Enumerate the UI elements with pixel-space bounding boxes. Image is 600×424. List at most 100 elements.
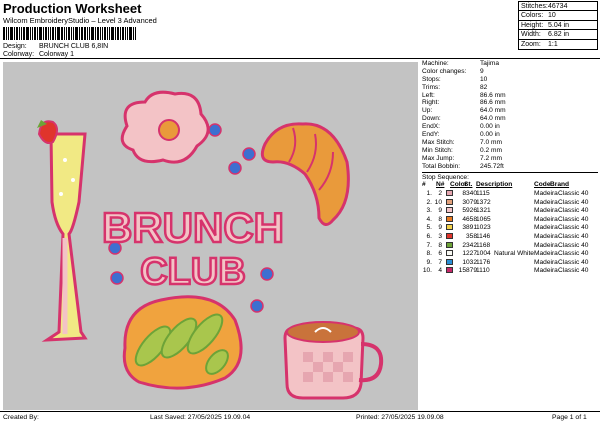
barcode-bar: [48, 27, 49, 40]
color-swatch: [446, 190, 453, 197]
barcode-bar: [91, 27, 94, 40]
last-saved: Last Saved: 27/05/2025 19.09.04: [150, 414, 251, 421]
needle-number: 10: [434, 198, 442, 206]
barcode-bar: [84, 27, 86, 40]
stitch-count: 1146: [476, 233, 491, 241]
stitch-count: 1110: [476, 267, 490, 275]
barcode-bar: [81, 27, 83, 40]
stop-index: 4.: [426, 215, 433, 223]
color-swatch: [446, 224, 453, 231]
color-swatch: [446, 258, 453, 265]
stop-index: 9.: [426, 258, 433, 266]
barcode-bar: [109, 27, 110, 40]
colorway-label: Colorway:: [3, 51, 35, 58]
needle-number: 4: [438, 267, 442, 275]
stop-index: 1.: [426, 190, 433, 198]
summary-row: Height: 5.04 in: [519, 21, 597, 31]
stitch-count: 1115: [476, 190, 490, 198]
thread-brand: Classic 40: [558, 224, 589, 232]
barcode-bar: [115, 27, 116, 40]
created-by: Created By:: [3, 414, 39, 421]
barcode-bar: [34, 27, 36, 40]
design-preview: BRUNCH CLUB: [3, 62, 418, 410]
thread-manufacturer: Madeira: [534, 233, 558, 241]
strawberry: [37, 120, 58, 144]
barcode-bar: [107, 27, 108, 40]
stitch-count: 1372: [476, 198, 491, 206]
barcode-bar: [89, 27, 90, 40]
avocado-toast: [122, 295, 243, 390]
barcode-bar: [73, 27, 74, 40]
stop-row: 7. 8 2342 1168 Madeira Classic 40: [422, 241, 598, 251]
detail-row: Min Stitch: 0.2 mm: [422, 146, 502, 154]
barcode-bar: [125, 27, 126, 40]
barcode-bar: [43, 27, 44, 40]
stop-index: 2.: [426, 198, 433, 206]
stop-index: 8.: [426, 250, 433, 258]
barcode-bar: [68, 27, 70, 40]
detail-row: Max Stitch: 7.0 mm: [422, 138, 502, 146]
barcode-bar: [127, 27, 128, 40]
stop-row: 10. 4 15879 1110 Madeira Classic 40: [422, 267, 598, 276]
worksheet-header: Production Worksheet Wilcom EmbroiderySt…: [0, 0, 600, 58]
thread-color-code: 8340: [462, 190, 477, 198]
stop-sequence-list: 1. 2 8340 1115 Madeira Classic 40 2. 10 3079 1372…: [422, 190, 598, 276]
detail-row: Max Jump: 7.2 mm: [422, 154, 502, 162]
color-swatch: [446, 233, 453, 240]
stop-index: 10.: [422, 267, 432, 275]
stop-row: 6. 3 358 1146 Madeira Classic 40: [422, 233, 598, 242]
design-label: Design:: [3, 43, 27, 50]
thread-color-code: 5926: [462, 207, 477, 215]
header-divider: [0, 58, 600, 59]
thread-brand: Classic 40: [558, 241, 589, 249]
needle-number: 7: [438, 258, 442, 266]
detail-row: EndX: 0.00 in: [422, 123, 500, 131]
thread-brand: Classic 40: [558, 233, 589, 241]
thread-brand: Classic 40: [558, 258, 589, 266]
stop-row: 2. 10 3079 1372 Madeira Classic 40: [422, 198, 598, 208]
stitch-count: 1168: [476, 241, 491, 249]
barcode-bar: [16, 27, 18, 40]
barcode-bar: [3, 27, 5, 40]
thread-brand: Classic 40: [558, 207, 589, 215]
needle-number: 6: [438, 250, 442, 258]
thread-color-code: 1227: [462, 250, 477, 258]
thread-color-code: 1032: [462, 258, 477, 266]
color-swatch: [446, 250, 453, 257]
stop-sequence-header: # N# Color St. Description Code Brand: [422, 181, 570, 189]
thread-manufacturer: Madeira: [534, 250, 558, 258]
color-swatch: [446, 207, 453, 214]
color-swatch: [446, 198, 453, 205]
thread-color-code: 3891: [462, 224, 477, 232]
stop-row: 1. 2 8340 1115 Madeira Classic 40: [422, 190, 598, 199]
barcode-bar: [66, 27, 67, 40]
barcode-bar: [19, 27, 20, 40]
color-swatch: [446, 241, 453, 248]
barcode-bar: [45, 27, 47, 40]
needle-number: 8: [438, 241, 442, 249]
thread-manufacturer: Madeira: [534, 198, 558, 206]
detail-row: Stops: 10: [422, 75, 488, 83]
detail-row: Left: 86.6 mm: [422, 91, 506, 99]
barcode-bar: [50, 27, 51, 40]
barcode-bar: [39, 27, 42, 40]
barcode-bar: [75, 27, 78, 40]
barcode-bar: [64, 27, 65, 40]
barcode-bar: [61, 27, 63, 40]
thread-color-code: 2342: [462, 241, 477, 249]
thread-brand: Classic 40: [558, 267, 589, 275]
stop-sequence-title: Stop Sequence:: [422, 172, 598, 181]
needle-number: 2: [438, 190, 442, 198]
barcode-bar: [14, 27, 15, 40]
stop-row: 4. 8 4658 1065 Madeira Classic 40: [422, 215, 598, 225]
barcode-bar: [8, 27, 9, 40]
detail-row: Trims: 82: [422, 83, 488, 91]
barcode-bar: [79, 27, 80, 40]
thread-brand: Classic 40: [558, 250, 589, 258]
thread-manufacturer: Madeira: [534, 258, 558, 266]
thread-manufacturer: Madeira: [534, 224, 558, 232]
needle-number: 9: [438, 207, 442, 215]
summary-box: Stitches:46734 Colors: 10 Height: 5.04 in …: [518, 1, 598, 50]
barcode-bar: [117, 27, 119, 40]
barcode-bar: [120, 27, 121, 40]
